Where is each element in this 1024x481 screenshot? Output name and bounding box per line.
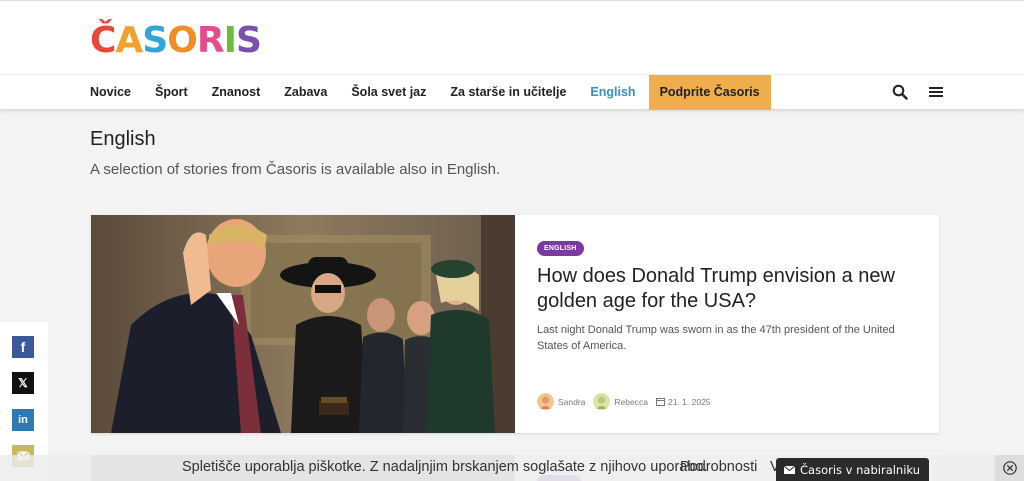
envelope-icon [784,465,795,474]
facebook-icon: f [20,339,26,355]
search-icon[interactable] [892,84,908,100]
logo-letter: O [167,20,198,61]
x-icon: 𝕏 [18,376,28,390]
page-title: English [90,128,156,150]
nav-item-sola-svet-jaz[interactable]: Šola svet jaz [351,75,426,110]
logo-letter: Č [90,20,116,61]
page-subtitle: A selection of stories from Časoris is a… [90,161,501,178]
logo-letter: I [223,20,237,61]
category-badge[interactable]: ENGLISH [537,241,584,256]
linkedin-share-button[interactable]: in [12,409,34,431]
article-meta: Sandra Rebecca 21. 1. 2025 [537,393,711,410]
hamburger-icon[interactable] [928,84,944,100]
logo-letter: A [115,20,143,61]
nav-item-novice[interactable]: Novice [90,75,131,110]
article-headline[interactable]: How does Donald Trump envision a new gol… [537,264,917,314]
site-header: Č A S O R I S [0,0,1024,74]
nav-item-za-starse[interactable]: Za starše in učitelje [450,75,566,110]
article-photo[interactable] [91,215,515,433]
nav-item-zabava[interactable]: Zabava [284,75,327,110]
newsletter-button[interactable]: Časoris v nabiralniku [776,458,929,481]
support-button[interactable]: Podprite Časoris [648,75,771,110]
cookie-details-link[interactable]: Podrobnosti [680,459,757,475]
author-name[interactable]: Rebecca [614,397,648,407]
nav-item-english[interactable]: English [590,75,635,110]
article-card: ENGLISH How does Donald Trump envision a… [91,215,939,433]
close-circle-icon [1002,461,1017,475]
newsletter-label: Časoris v nabiralniku [800,462,921,477]
article-date: 21. 1. 2025 [667,396,711,407]
avatar[interactable] [593,393,611,410]
author-name[interactable]: Sandra [558,397,585,407]
logo-letter: R [196,20,225,61]
logo-letter: S [142,20,168,61]
site-logo[interactable]: Č A S O R I S [90,19,262,61]
x-share-button[interactable]: 𝕏 [12,372,34,394]
nav-item-sport[interactable]: Šport [155,75,188,110]
close-cookie-button[interactable] [995,455,1024,481]
calendar-icon [655,398,665,406]
main-nav: Novice Šport Znanost Zabava Šola svet ja… [0,74,1024,110]
facebook-share-button[interactable]: f [12,336,34,358]
cookie-text: Spletišče uporablja piškotke. Z nadaljnj… [182,459,708,475]
logo-letter: S [235,20,262,61]
article-body: ENGLISH How does Donald Trump envision a… [537,237,917,354]
article-excerpt: Last night Donald Trump was sworn in as … [537,324,895,352]
nav-item-znanost[interactable]: Znanost [212,75,261,110]
linkedin-icon: in [18,414,28,426]
avatar[interactable] [537,393,554,410]
